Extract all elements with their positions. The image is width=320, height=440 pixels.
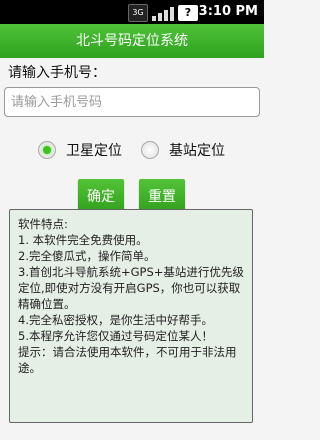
feature-line: 提示：请合法使用本软件，不可用于非法用途。 (18, 345, 237, 375)
battery-icon: ? (178, 5, 198, 21)
signal-strength-icon (152, 5, 174, 21)
network-3g-icon: 3G (128, 4, 148, 22)
feature-line: 4.完全私密授权，是你生活中好帮手。 (18, 313, 213, 327)
phone-label: 请输入手机号： (8, 65, 106, 81)
radio-base-station[interactable]: 基站定位 (141, 140, 225, 160)
feature-line: 1. 本软件完全免费使用。 (18, 233, 148, 247)
radio-satellite-label: 卫星定位 (66, 143, 122, 159)
radio-base-station-label: 基站定位 (169, 143, 225, 159)
radio-satellite[interactable]: 卫星定位 (38, 140, 122, 160)
app-title: 北斗号码定位系统 (76, 33, 188, 49)
status-icons: 3G ? (128, 4, 198, 22)
feature-line: 5.本程序允许您仅通过号码定位某人！ (18, 329, 213, 343)
feature-line: 3.首创北斗导航系统+GPS+基站进行优先级定位,即使对方没有开启GPS，你也可… (18, 265, 244, 311)
feature-line: 2.完全傻瓜式，操作简单。 (18, 249, 156, 263)
radio-selected-icon (38, 141, 56, 159)
features-heading: 软件特点: (18, 217, 68, 231)
status-time: 3:10 PM (198, 4, 258, 19)
status-bar: 3G ? 3:10 PM (0, 0, 264, 24)
radio-unselected-icon (141, 141, 159, 159)
features-panel: 软件特点: 1. 本软件完全免费使用。 2.完全傻瓜式，操作简单。 3.首创北斗… (9, 209, 253, 423)
locate-mode-group: 卫星定位 基站定位 (0, 140, 264, 162)
app-title-bar: 北斗号码定位系统 (0, 24, 264, 58)
phone-input[interactable] (4, 87, 260, 117)
